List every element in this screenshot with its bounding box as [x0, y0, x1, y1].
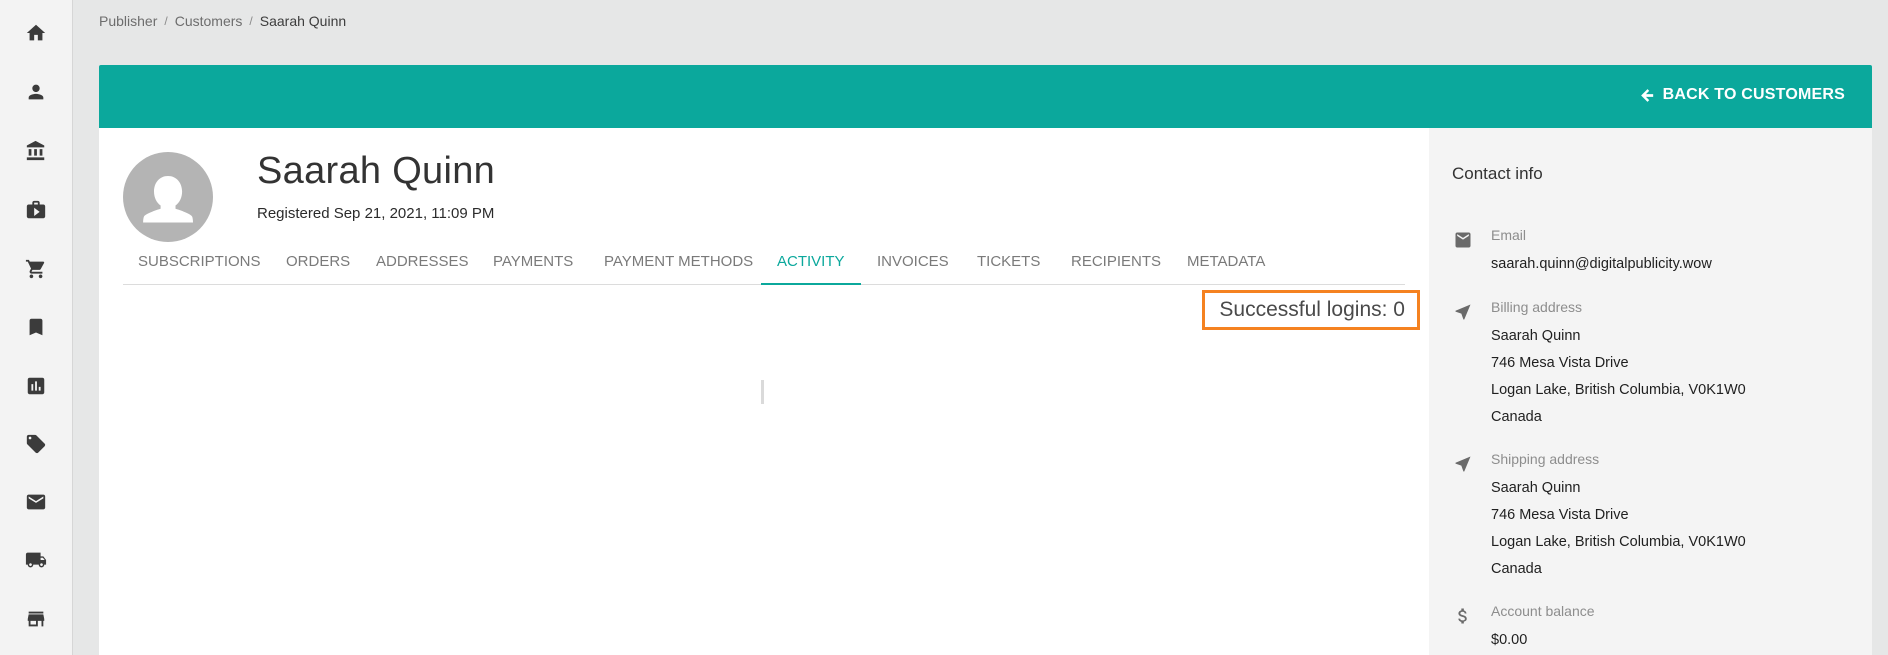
- tab-recipients[interactable]: RECIPIENTS: [1071, 236, 1161, 284]
- dollar-icon: [1452, 605, 1474, 627]
- billing-city: Logan Lake, British Columbia, V0K1W0: [1491, 382, 1746, 398]
- breadcrumb-separator: /: [164, 14, 168, 28]
- shipping-city: Logan Lake, British Columbia, V0K1W0: [1491, 534, 1746, 550]
- breadcrumb-publisher[interactable]: Publisher: [99, 13, 157, 29]
- email-value[interactable]: saarah.quinn@digitalpublicity.wow: [1491, 251, 1871, 278]
- contact-info-panel: Contact info Email saarah.quinn@digitalp…: [1429, 128, 1872, 655]
- breadcrumb-current: Saarah Quinn: [259, 13, 347, 29]
- contact-info-title: Contact info: [1452, 164, 1543, 183]
- successful-logins-count: Successful logins: 0: [1202, 290, 1420, 330]
- left-nav-rail: [0, 0, 73, 655]
- breadcrumb-separator: /: [249, 14, 253, 28]
- home-icon[interactable]: [22, 19, 50, 47]
- navigation-arrow-icon: [1452, 301, 1474, 323]
- registered-date: Registered Sep 21, 2021, 11:09 PM: [257, 205, 495, 222]
- customer-header-bar: BACK TO CUSTOMERS: [99, 65, 1872, 128]
- billing-country: Canada: [1491, 409, 1542, 425]
- email-icon: [1452, 229, 1474, 251]
- tab-subscriptions[interactable]: SUBSCRIPTIONS: [138, 236, 261, 284]
- avatar: [123, 152, 213, 242]
- store-icon[interactable]: [22, 605, 50, 633]
- shipping-street: 746 Mesa Vista Drive: [1491, 507, 1629, 523]
- shipping-address-label: Shipping address: [1491, 451, 1600, 467]
- tab-activity[interactable]: ACTIVITY: [761, 236, 860, 285]
- tab-invoices[interactable]: INVOICES: [877, 236, 949, 284]
- ticket-icon[interactable]: [22, 430, 50, 458]
- loading-indicator: [761, 380, 764, 404]
- person-icon[interactable]: [22, 78, 50, 106]
- briefcase-play-icon[interactable]: [22, 196, 50, 224]
- tab-addresses[interactable]: ADDRESSES: [376, 236, 469, 284]
- tab-payments[interactable]: PAYMENTS: [493, 236, 573, 284]
- truck-icon[interactable]: [22, 546, 50, 574]
- email-label: Email: [1491, 227, 1527, 243]
- shipping-name: Saarah Quinn: [1491, 480, 1581, 496]
- arrow-left-icon: [1640, 88, 1653, 102]
- mail-icon[interactable]: [22, 488, 50, 516]
- customer-name: Saarah Quinn: [257, 150, 496, 192]
- back-to-customers-button[interactable]: BACK TO CUSTOMERS: [1639, 86, 1845, 104]
- breadcrumb: Publisher / Customers / Saarah Quinn: [99, 13, 346, 29]
- shipping-country: Canada: [1491, 561, 1542, 577]
- account-balance-value: $0.00: [1491, 632, 1528, 648]
- bank-icon[interactable]: [22, 137, 50, 165]
- tab-orders[interactable]: ORDERS: [286, 236, 350, 284]
- bar-chart-icon[interactable]: [22, 372, 50, 400]
- cart-icon[interactable]: [22, 255, 50, 283]
- billing-address-label: Billing address: [1491, 299, 1583, 315]
- bookmark-icon[interactable]: [22, 313, 50, 341]
- account-balance-label: Account balance: [1491, 603, 1595, 619]
- navigation-arrow-icon: [1452, 453, 1474, 475]
- customer-main-card: Saarah Quinn Registered Sep 21, 2021, 11…: [99, 128, 1429, 655]
- tab-tickets[interactable]: TICKETS: [977, 236, 1040, 284]
- back-to-customers-label: BACK TO CUSTOMERS: [1662, 86, 1845, 103]
- breadcrumb-customers[interactable]: Customers: [175, 13, 243, 29]
- avatar-person-icon: [143, 176, 193, 223]
- billing-name: Saarah Quinn: [1491, 328, 1581, 344]
- tab-metadata[interactable]: METADATA: [1187, 236, 1265, 284]
- tab-payment-methods[interactable]: PAYMENT METHODS: [604, 236, 753, 284]
- billing-street: 746 Mesa Vista Drive: [1491, 355, 1629, 371]
- customer-tabs: SUBSCRIPTIONS ORDERS ADDRESSES PAYMENTS …: [123, 236, 1405, 285]
